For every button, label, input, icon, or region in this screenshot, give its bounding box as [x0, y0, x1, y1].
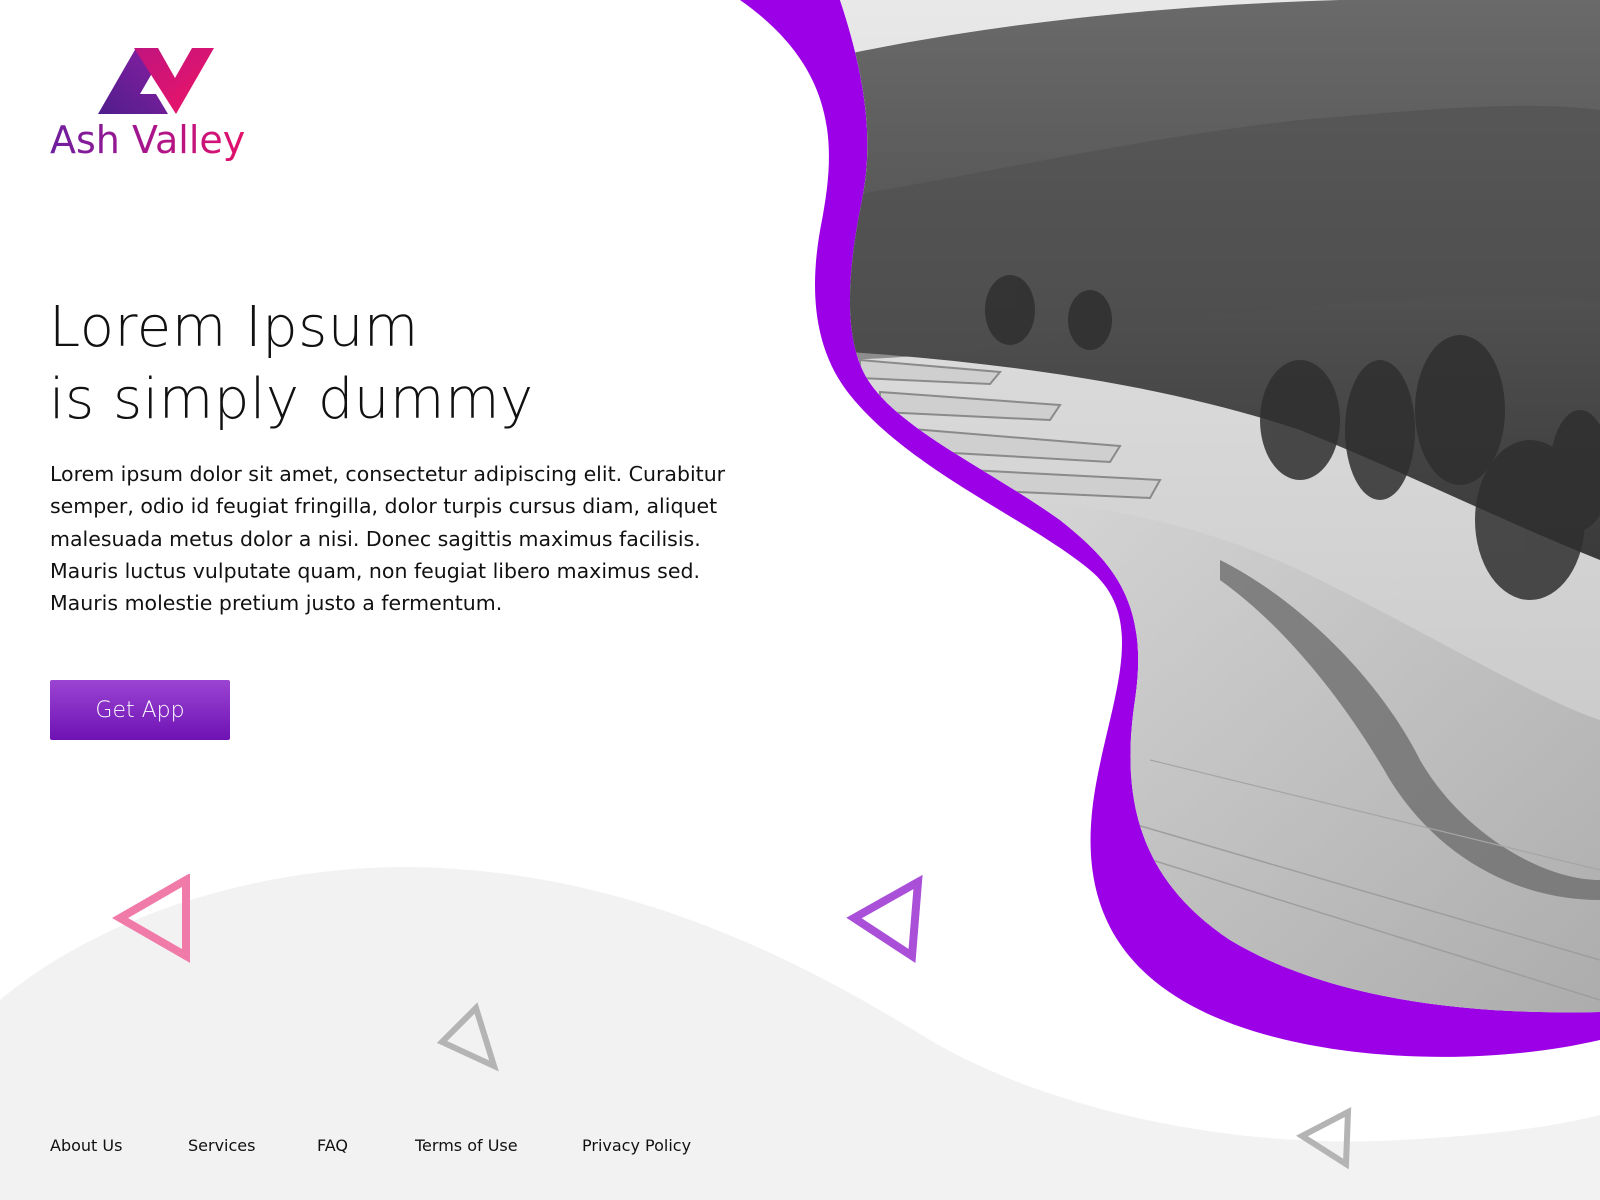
hero-title: Lorem Ipsum is simply dummy — [49, 292, 749, 436]
hero-title-line-1: Lorem Ipsum — [49, 295, 419, 360]
triangle-outline-icon — [1296, 1106, 1352, 1170]
hero-title-line-2: is simply dummy — [49, 367, 534, 432]
av-monogram-icon — [98, 48, 214, 114]
brand-logo[interactable]: Ash Valley — [50, 48, 280, 168]
footer-link-faq[interactable]: FAQ — [317, 1136, 348, 1155]
triangle-outline-icon — [112, 874, 190, 963]
get-app-button[interactable]: Get App — [50, 680, 230, 740]
brand-name: Ash Valley — [50, 118, 246, 162]
footer-link-about-us[interactable]: About Us — [50, 1136, 122, 1155]
triangle-outline-icon — [436, 1002, 499, 1072]
footer-link-services[interactable]: Services — [188, 1136, 255, 1155]
hero-description: Lorem ipsum dolor sit amet, consectetur … — [50, 462, 726, 616]
footer-link-privacy-policy[interactable]: Privacy Policy — [582, 1136, 691, 1155]
triangle-outline-icon — [846, 874, 923, 964]
footer-link-terms-of-use[interactable]: Terms of Use — [415, 1136, 518, 1155]
